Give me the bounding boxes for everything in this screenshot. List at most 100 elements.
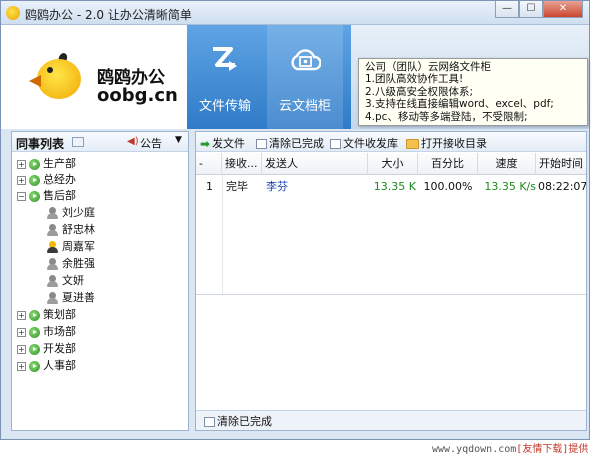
cloud-cabinet-icon — [291, 49, 321, 71]
contact-item[interactable]: 余胜强 — [46, 256, 95, 272]
contact-name: 余胜强 — [62, 257, 95, 270]
tooltip-line: 公司（团队）云网络文件柜 — [365, 61, 491, 73]
clear-icon — [256, 139, 267, 149]
group-label: 总经办 — [43, 173, 76, 186]
cloud-cabinet-tooltip: 公司（团队）云网络文件柜 1.团队高效协作工具! 2.八级高安全权限体系; 3.… — [358, 58, 588, 126]
row-start-time: 08:22:07 — [538, 180, 586, 193]
open-dir-button[interactable]: 打开接收目录 — [406, 135, 487, 151]
app-window: 鸥鸥办公 - 2.0 让办公清晰简单 — ☐ ✕ 鸥鸥办公 oobg.cn 文件… — [0, 0, 590, 440]
group-marketing[interactable]: + 市场部 — [17, 324, 76, 340]
list-view-icon[interactable] — [72, 137, 84, 147]
file-transfer-icon — [213, 47, 237, 71]
minimize-button[interactable]: — — [495, 1, 519, 18]
column-header[interactable]: - — [196, 153, 222, 175]
inbox-icon — [330, 139, 341, 149]
column-header[interactable]: 百分比 — [418, 153, 478, 175]
app-logo-icon — [6, 6, 20, 20]
group-icon — [29, 360, 40, 372]
column-divider — [222, 175, 223, 295]
column-header[interactable]: 大小 — [368, 153, 418, 175]
contact-name: 文妍 — [62, 274, 84, 287]
grid-divider — [196, 294, 586, 295]
row-sender: 李芬 — [266, 180, 288, 193]
contact-item[interactable]: 刘少庭 — [46, 205, 95, 221]
transfer-footer: 清除已完成 — [196, 410, 586, 430]
clear-done-label: 清除已完成 — [269, 137, 324, 150]
contact-item[interactable]: 夏进善 — [46, 290, 95, 306]
send-arrow-icon: ➡ — [200, 137, 211, 151]
tooltip-line: 2.八级高安全权限体系; — [365, 85, 474, 98]
transfer-panel: ➡ 发文件 清除已完成 文件收发库 打开接收目录 - 接收... 发送人 大小 百… — [195, 131, 587, 431]
contacts-title: 同事列表 — [16, 137, 65, 151]
expand-icon[interactable]: + — [17, 344, 26, 354]
group-icon — [29, 190, 40, 202]
inbox-button[interactable]: 文件收发库 — [330, 135, 398, 151]
row-index: 1 — [206, 180, 213, 193]
contacts-header: 同事列表 ◀) 公告 ▼ — [12, 132, 188, 152]
watermark: www.yqdown.com[友情下载]提供 — [432, 440, 588, 455]
user-offline-icon — [46, 257, 58, 271]
contact-item[interactable]: 舒忠林 — [46, 222, 95, 238]
group-general-office[interactable]: + 总经办 — [17, 172, 76, 188]
title-bar[interactable]: 鸥鸥办公 - 2.0 让办公清晰简单 — ☐ ✕ — [1, 1, 589, 25]
column-header[interactable]: 开始时间 — [536, 153, 586, 175]
user-offline-icon — [46, 274, 58, 288]
group-icon — [29, 343, 40, 355]
user-offline-icon — [46, 206, 58, 220]
window-title: 鸥鸥办公 - 2.0 让办公清晰简单 — [25, 8, 192, 22]
contact-item[interactable]: 文妍 — [46, 273, 84, 289]
tooltip-line: 4.pc、移动等多端登陆，不受限制; — [365, 110, 528, 123]
contacts-panel: 同事列表 ◀) 公告 ▼ + 生产部 + 总经办 − 售后部 刘少庭 舒忠林 周嘉军 — [11, 131, 189, 431]
clear-done-button[interactable]: 清除已完成 — [256, 135, 324, 151]
contact-name: 夏进善 — [62, 291, 95, 304]
group-label: 生产部 — [43, 157, 76, 170]
group-label: 开发部 — [43, 342, 76, 355]
tooltip-line: 1.团队高效协作工具! — [365, 73, 464, 86]
contact-item[interactable]: 周嘉军 — [46, 239, 95, 255]
expand-icon[interactable]: + — [17, 327, 26, 337]
group-after-sales[interactable]: − 售后部 — [17, 188, 76, 204]
brand-domain: oobg.cn — [97, 85, 178, 106]
collapse-icon[interactable]: − — [17, 191, 26, 201]
column-header[interactable]: 接收... — [222, 153, 262, 175]
send-file-button[interactable]: ➡ 发文件 — [200, 135, 245, 151]
speaker-icon: ◀) — [127, 136, 139, 147]
column-header[interactable]: 发送人 — [262, 153, 368, 175]
expand-icon[interactable]: + — [17, 175, 26, 185]
column-header[interactable]: 速度 — [478, 153, 536, 175]
maximize-button[interactable]: ☐ — [519, 1, 543, 18]
transfer-toolbar: ➡ 发文件 清除已完成 文件收发库 打开接收目录 — [196, 132, 586, 152]
group-icon — [29, 174, 40, 186]
transfer-grid-header: - 接收... 发送人 大小 百分比 速度 开始时间 — [196, 153, 586, 175]
group-label: 售后部 — [43, 189, 76, 202]
logo-area: 鸥鸥办公 oobg.cn — [1, 25, 187, 129]
tooltip-line: 3.支持在线直接编辑word、excel、pdf; — [365, 98, 554, 111]
row-size: 13.35 K — [373, 180, 416, 193]
user-offline-icon — [46, 223, 58, 237]
inbox-label: 文件收发库 — [343, 137, 398, 150]
window-controls: — ☐ ✕ — [495, 1, 583, 18]
footer-clear-done-button[interactable]: 清除已完成 — [204, 413, 272, 429]
chevron-down-icon[interactable]: ▼ — [175, 135, 182, 145]
row-speed: 13.35 K/s — [484, 180, 536, 193]
notice-button[interactable]: 公告 — [140, 135, 162, 151]
group-production[interactable]: + 生产部 — [17, 156, 76, 172]
group-development[interactable]: + 开发部 — [17, 341, 76, 357]
group-planning[interactable]: + 策划部 — [17, 307, 76, 323]
expand-icon[interactable]: + — [17, 310, 26, 320]
tab-file-transfer[interactable]: 文件传输 — [187, 25, 263, 129]
close-button[interactable]: ✕ — [543, 1, 583, 18]
open-dir-label: 打开接收目录 — [421, 137, 487, 150]
user-online-icon — [46, 240, 58, 254]
clear-icon — [204, 417, 215, 427]
expand-icon[interactable]: + — [17, 159, 26, 169]
contact-name: 刘少庭 — [62, 206, 95, 219]
table-row[interactable]: 1 完毕 李芬 13.35 K 100.00% 13.35 K/s 08:22:… — [196, 178, 586, 196]
footer-clear-done-label: 清除已完成 — [217, 415, 272, 428]
row-percent: 100.00% — [423, 180, 473, 193]
group-label: 市场部 — [43, 325, 76, 338]
group-hr[interactable]: + 人事部 — [17, 358, 76, 374]
tab-cloud-cabinet[interactable]: 云文档柜 — [267, 25, 343, 129]
tab-file-transfer-label: 文件传输 — [198, 99, 251, 114]
expand-icon[interactable]: + — [17, 361, 26, 371]
